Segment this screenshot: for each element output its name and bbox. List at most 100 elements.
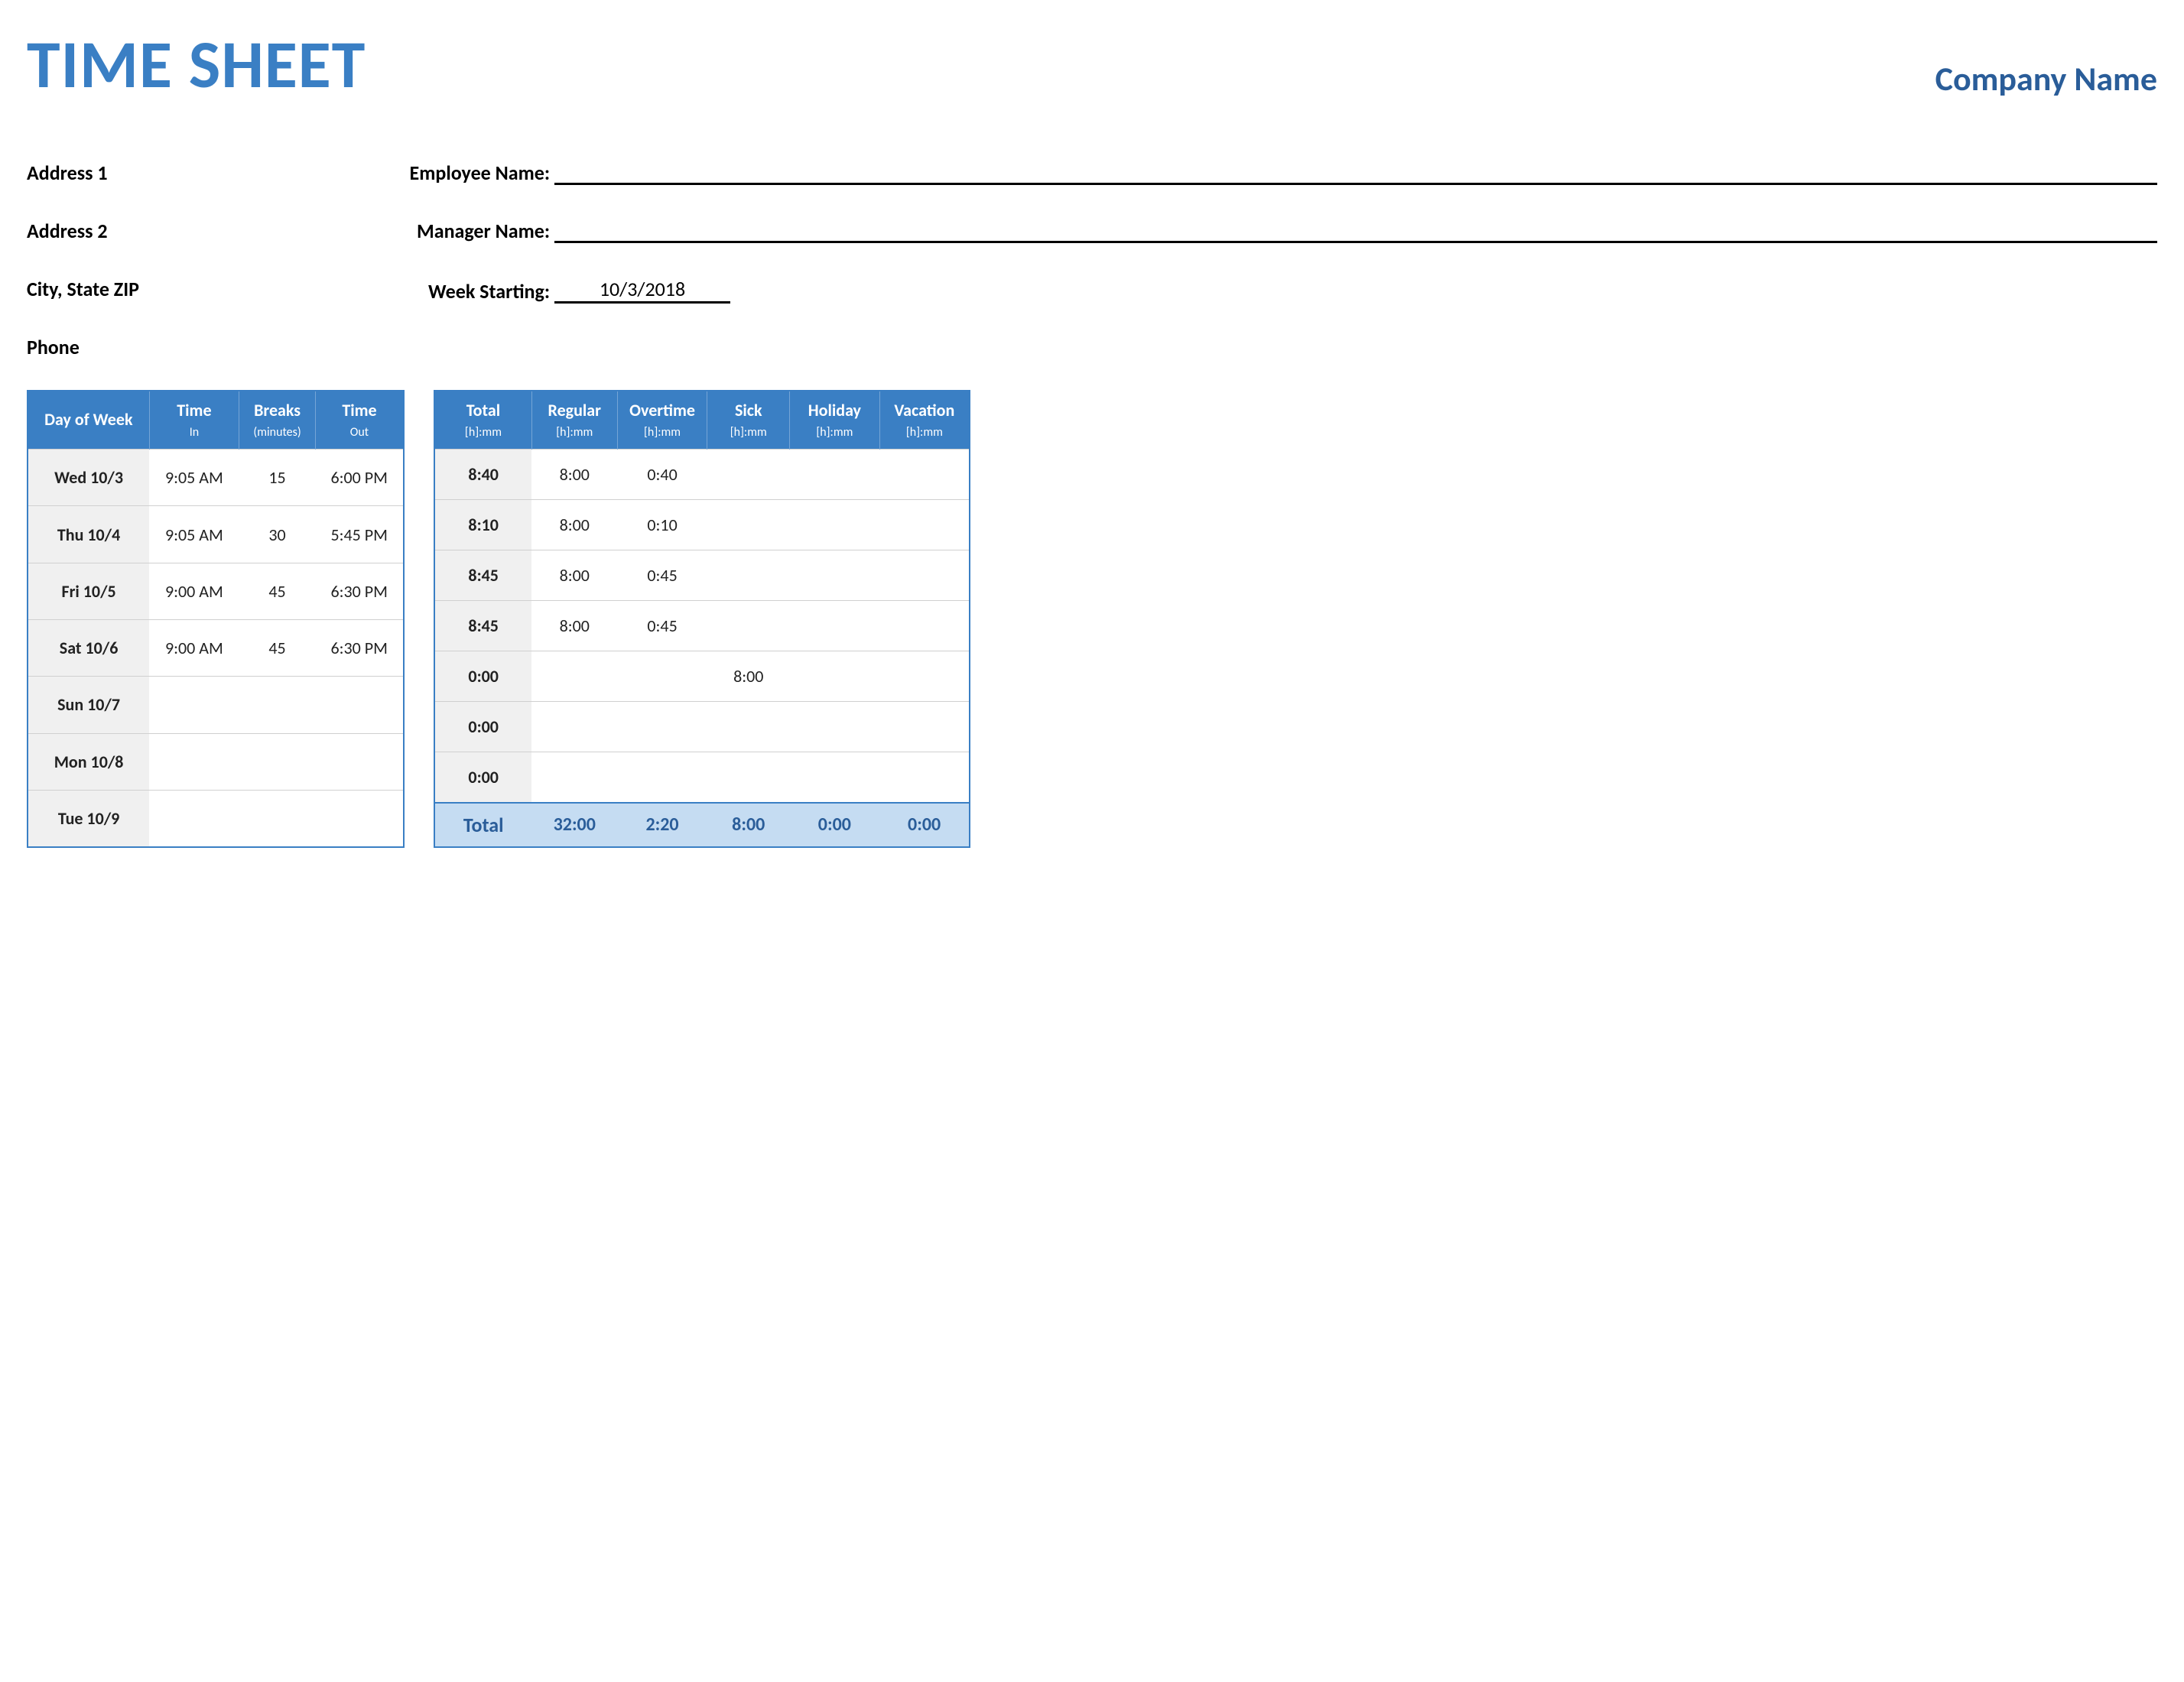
table-row: Mon 10/8 [28, 733, 404, 790]
header-vacation: Vacation[h]:mm [879, 391, 970, 450]
totals-holiday: 0:00 [790, 803, 880, 847]
table-row: 8:408:000:40 [434, 450, 970, 500]
cell-time-out[interactable] [315, 790, 404, 846]
cell-time-out[interactable]: 6:30 PM [315, 620, 404, 677]
cell-time-in[interactable]: 9:05 AM [149, 506, 239, 563]
cell-breaks[interactable]: 15 [239, 450, 316, 506]
table-row: 8:458:000:45 [434, 550, 970, 601]
cell-vacation[interactable] [879, 601, 970, 651]
cell-time-in[interactable] [149, 790, 239, 846]
cell-overtime[interactable] [617, 752, 707, 803]
cell-time-in[interactable] [149, 733, 239, 790]
company-name: Company Name [1935, 58, 2157, 99]
phone-label: Phone [27, 335, 401, 359]
totals-vacation: 0:00 [879, 803, 970, 847]
cell-holiday[interactable] [790, 702, 880, 752]
totals-table: Total[h]:mm Regular[h]:mm Overtime[h]:mm… [434, 390, 970, 848]
cell-overtime[interactable]: 0:45 [617, 601, 707, 651]
cell-regular[interactable] [531, 651, 617, 702]
header-time-in: TimeIn [149, 391, 239, 450]
table-row: Fri 10/59:00 AM456:30 PM [28, 563, 404, 619]
cell-breaks[interactable]: 45 [239, 620, 316, 677]
cell-time-out[interactable]: 6:30 PM [315, 563, 404, 619]
cell-time-in[interactable]: 9:05 AM [149, 450, 239, 506]
cell-regular[interactable]: 8:00 [531, 500, 617, 550]
cell-holiday[interactable] [790, 601, 880, 651]
cell-vacation[interactable] [879, 702, 970, 752]
cell-vacation[interactable] [879, 651, 970, 702]
table-row: 8:108:000:10 [434, 500, 970, 550]
cell-time-out[interactable]: 6:00 PM [315, 450, 404, 506]
header-day: Day of Week [28, 391, 149, 450]
cell-regular[interactable]: 8:00 [531, 550, 617, 601]
cell-sick[interactable] [707, 601, 790, 651]
table-row: 0:008:00 [434, 651, 970, 702]
week-starting-field[interactable]: 10/3/2018 [554, 277, 730, 304]
cell-overtime[interactable] [617, 651, 707, 702]
cell-breaks[interactable]: 30 [239, 506, 316, 563]
cell-sick[interactable] [707, 500, 790, 550]
address1-label: Address 1 [27, 161, 401, 185]
cell-regular[interactable] [531, 752, 617, 803]
employee-name-field[interactable] [554, 162, 2157, 185]
cell-breaks[interactable] [239, 677, 316, 733]
address2-label: Address 2 [27, 219, 401, 243]
cell-overtime[interactable]: 0:40 [617, 450, 707, 500]
totals-sick: 8:00 [707, 803, 790, 847]
cell-regular[interactable]: 8:00 [531, 450, 617, 500]
cell-vacation[interactable] [879, 550, 970, 601]
page-title: TIME SHEET [27, 31, 366, 98]
cell-sick[interactable] [707, 702, 790, 752]
city-state-zip-label: City, State ZIP [27, 277, 401, 301]
cell-time-out[interactable] [315, 733, 404, 790]
time-entry-table: Day of Week TimeIn Breaks(minutes) TimeO… [27, 390, 405, 848]
header-overtime: Overtime[h]:mm [617, 391, 707, 450]
header-total: Total[h]:mm [434, 391, 531, 450]
cell-vacation[interactable] [879, 450, 970, 500]
table-row: Thu 10/49:05 AM305:45 PM [28, 506, 404, 563]
totals-row: Total 32:00 2:20 8:00 0:00 0:00 [434, 803, 970, 847]
cell-vacation[interactable] [879, 500, 970, 550]
manager-name-field[interactable] [554, 220, 2157, 243]
cell-sick[interactable] [707, 550, 790, 601]
totals-label: Total [434, 803, 531, 847]
cell-holiday[interactable] [790, 752, 880, 803]
week-starting-label: Week Starting: [401, 279, 554, 304]
cell-breaks[interactable]: 45 [239, 563, 316, 619]
cell-time-out[interactable]: 5:45 PM [315, 506, 404, 563]
cell-regular[interactable] [531, 702, 617, 752]
cell-holiday[interactable] [790, 450, 880, 500]
cell-time-in[interactable]: 9:00 AM [149, 563, 239, 619]
header-regular: Regular[h]:mm [531, 391, 617, 450]
table-row: 0:00 [434, 752, 970, 803]
table-row: Sun 10/7 [28, 677, 404, 733]
cell-sick[interactable]: 8:00 [707, 651, 790, 702]
header-sick: Sick[h]:mm [707, 391, 790, 450]
table-row: Wed 10/39:05 AM156:00 PM [28, 450, 404, 506]
cell-breaks[interactable] [239, 733, 316, 790]
manager-name-label: Manager Name: [401, 219, 554, 243]
cell-sick[interactable] [707, 752, 790, 803]
cell-holiday[interactable] [790, 550, 880, 601]
cell-time-in[interactable]: 9:00 AM [149, 620, 239, 677]
header-breaks: Breaks(minutes) [239, 391, 316, 450]
table-row: 0:00 [434, 702, 970, 752]
cell-overtime[interactable] [617, 702, 707, 752]
table-row: 8:458:000:45 [434, 601, 970, 651]
employee-name-label: Employee Name: [401, 161, 554, 185]
cell-time-out[interactable] [315, 677, 404, 733]
cell-regular[interactable]: 8:00 [531, 601, 617, 651]
cell-time-in[interactable] [149, 677, 239, 733]
cell-overtime[interactable]: 0:10 [617, 500, 707, 550]
cell-holiday[interactable] [790, 651, 880, 702]
cell-breaks[interactable] [239, 790, 316, 846]
cell-overtime[interactable]: 0:45 [617, 550, 707, 601]
totals-regular: 32:00 [531, 803, 617, 847]
header-holiday: Holiday[h]:mm [790, 391, 880, 450]
cell-holiday[interactable] [790, 500, 880, 550]
totals-overtime: 2:20 [617, 803, 707, 847]
header-time-out: TimeOut [315, 391, 404, 450]
cell-sick[interactable] [707, 450, 790, 500]
table-row: Tue 10/9 [28, 790, 404, 846]
cell-vacation[interactable] [879, 752, 970, 803]
